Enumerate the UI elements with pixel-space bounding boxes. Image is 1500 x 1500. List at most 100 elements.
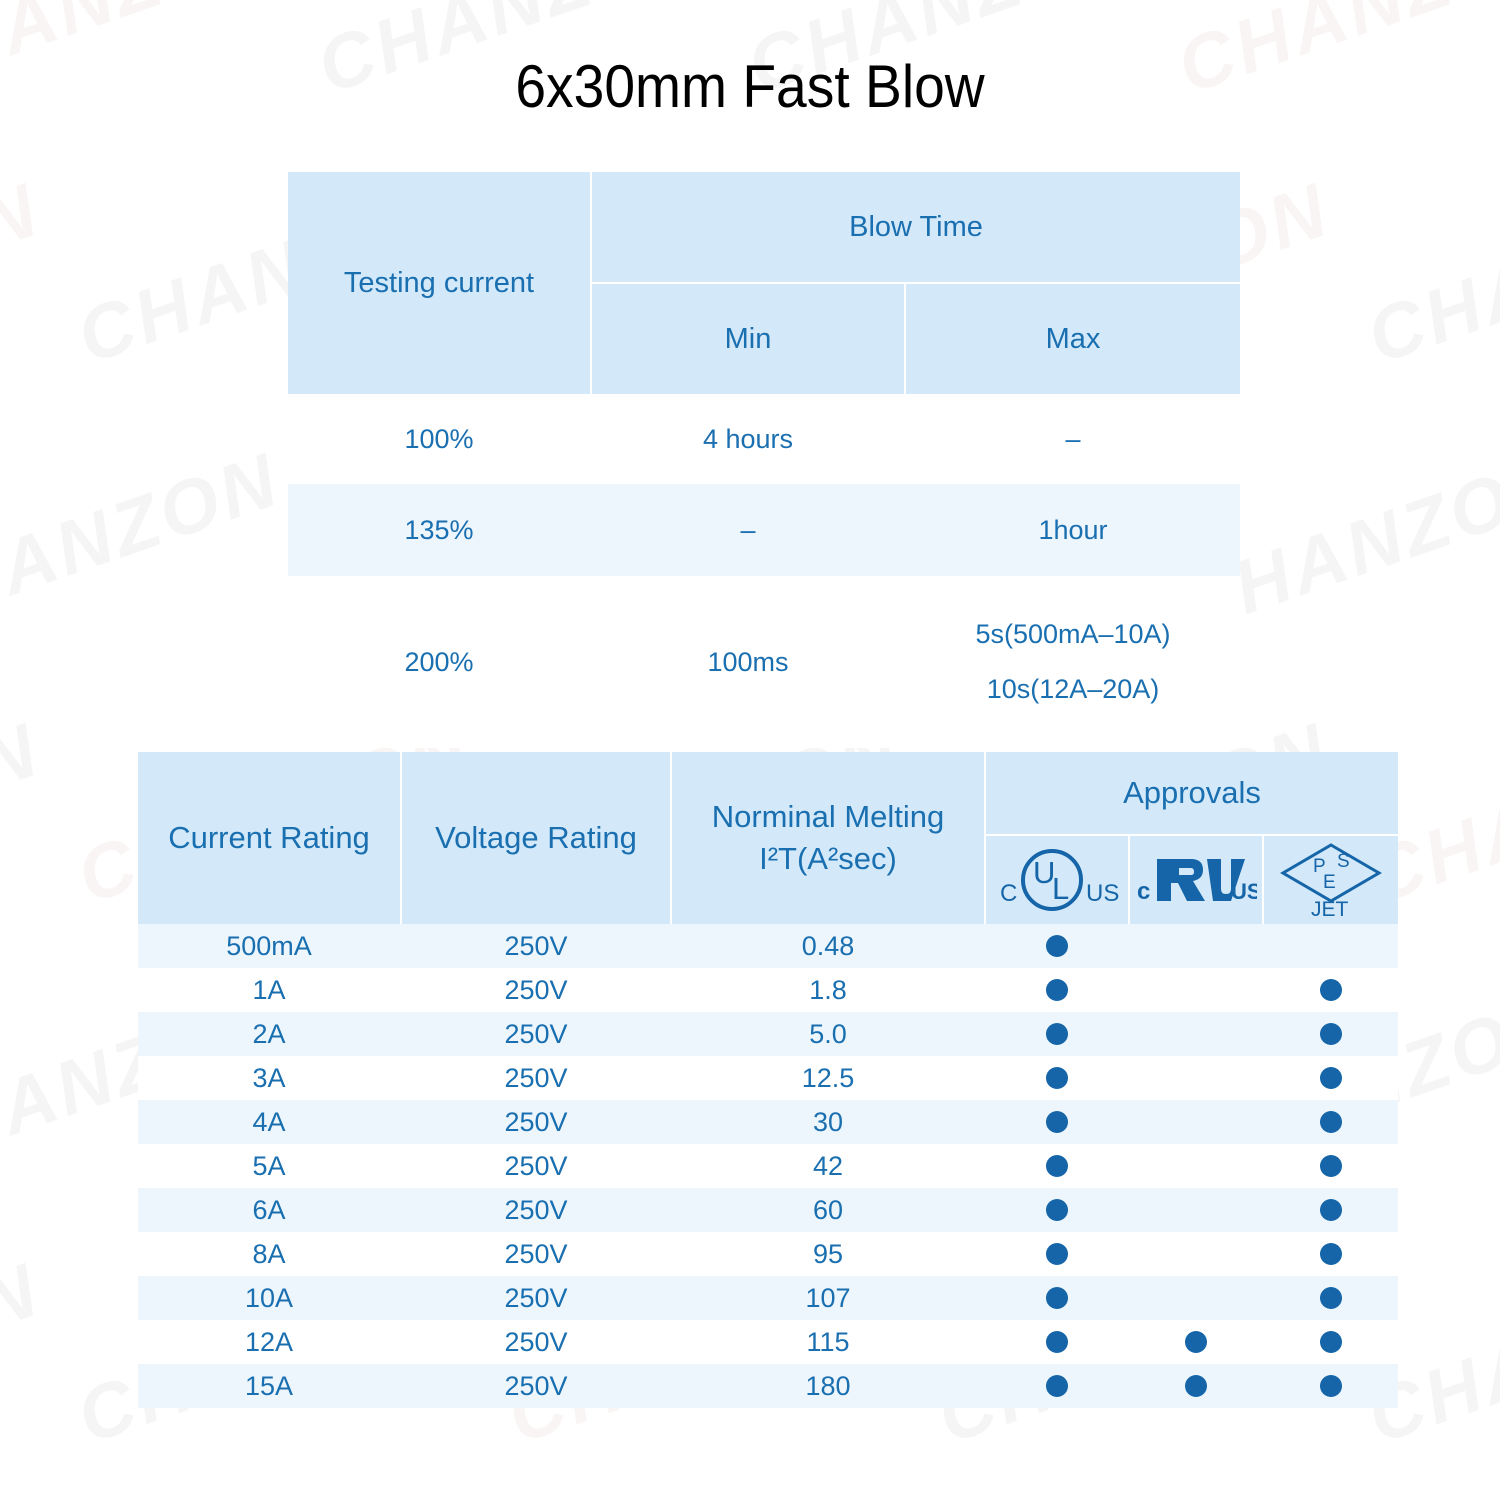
header-divider-2 — [670, 752, 672, 924]
pse-jet-icon: P S E JET — [1264, 836, 1398, 924]
cell-approval-pse-jet — [1264, 1320, 1398, 1364]
header-current-rating: Current Rating — [168, 820, 370, 855]
cell-max: 1hour — [1038, 514, 1108, 545]
cell-current-rating: 4A — [252, 1106, 286, 1137]
cell-testing-current: 135% — [404, 514, 474, 545]
header-divider-logo-1 — [1128, 836, 1130, 924]
svg-text:S: S — [1337, 851, 1350, 872]
cell-nominal-melting: 42 — [812, 1150, 844, 1181]
cell-nominal-melting: 5.0 — [809, 1018, 847, 1049]
cell-nominal-melting: 95 — [812, 1238, 844, 1269]
cell-voltage-rating: 250V — [504, 1062, 568, 1093]
approval-dot — [1320, 979, 1342, 1001]
approval-dot — [1320, 1331, 1342, 1353]
cell-approval-pse-jet — [1264, 924, 1398, 968]
cell-current-rating: 2A — [252, 1018, 286, 1049]
table-row: 1A 250V 1.8 — [138, 968, 1398, 1012]
header-blow-time: Blow Time — [849, 210, 983, 243]
svg-text:L: L — [1052, 871, 1069, 906]
cell-approval-cul-us — [986, 1056, 1128, 1100]
cell-nominal-melting: 12.5 — [801, 1062, 855, 1093]
cell-voltage-rating: 250V — [504, 1282, 568, 1313]
approval-dot — [1046, 1023, 1068, 1045]
approval-dot — [1320, 1111, 1342, 1133]
cell-approval-pse-jet — [1264, 1144, 1398, 1188]
cell-nominal-melting: 115 — [806, 1326, 850, 1357]
approval-dot — [1046, 1199, 1068, 1221]
approval-dot — [1046, 979, 1068, 1001]
cell-approval-pse-jet — [1264, 1276, 1398, 1320]
cell-current-rating: 10A — [244, 1282, 294, 1313]
cell-approval-cru-us — [1130, 1144, 1262, 1188]
header-divider-horizontal — [592, 282, 1240, 284]
cell-current-rating: 15A — [244, 1370, 294, 1401]
approval-dot — [1046, 1287, 1068, 1309]
datasheet-page: 6x30mm Fast Blow Testing current Blow Ti… — [0, 0, 1500, 1500]
header-divider-1 — [400, 752, 402, 924]
table-row: 4A 250V 30 — [138, 1100, 1398, 1144]
cell-current-rating: 12A — [244, 1326, 294, 1357]
ratings-table: Current Rating Voltage Rating Norminal M… — [138, 752, 1398, 1408]
header-voltage-rating: Voltage Rating — [435, 820, 637, 855]
header-divider-minmax — [904, 284, 906, 394]
blow-time-row: 100% 4 hours – — [288, 394, 1240, 484]
cell-current-rating: 500mA — [226, 930, 312, 961]
cell-current-rating: 5A — [252, 1150, 286, 1181]
cell-min: 100ms — [707, 646, 789, 677]
cell-nominal-melting: 107 — [805, 1282, 851, 1313]
cell-voltage-rating: 250V — [504, 1326, 568, 1357]
cell-approval-cul-us — [986, 1232, 1128, 1276]
svg-text:US: US — [1231, 879, 1257, 904]
header-divider-logo-2 — [1262, 836, 1264, 924]
approval-dot — [1046, 1155, 1068, 1177]
cell-current-rating: 6A — [252, 1194, 286, 1225]
cell-approval-cul-us — [986, 1144, 1128, 1188]
cell-approval-pse-jet — [1264, 1188, 1398, 1232]
cell-min: – — [740, 514, 756, 545]
svg-text:E: E — [1323, 872, 1336, 893]
cell-current-rating: 8A — [252, 1238, 286, 1269]
svg-text:US: US — [1086, 880, 1119, 907]
cell-nominal-melting: 180 — [805, 1370, 851, 1401]
blow-time-header: Testing current Blow Time Min Max — [288, 172, 1240, 394]
cell-current-rating: 1A — [252, 974, 286, 1005]
table-row: 12A 250V 115 — [138, 1320, 1398, 1364]
cell-approval-pse-jet — [1264, 1232, 1398, 1276]
cell-approval-pse-jet — [1264, 1012, 1398, 1056]
svg-text:C: C — [1000, 880, 1017, 907]
blow-time-table: Testing current Blow Time Min Max 100% 4… — [288, 172, 1240, 748]
blow-time-row: 200% 100ms 5s(500mA–10A) 10s(12A–20A) — [288, 576, 1240, 748]
cell-approval-cru-us — [1130, 1276, 1262, 1320]
approval-dot — [1046, 935, 1068, 957]
approval-dot — [1046, 1067, 1068, 1089]
approval-dot — [1185, 1331, 1207, 1353]
table-row: 500mA 250V 0.48 — [138, 924, 1398, 968]
cru-us-icon: c US — [1130, 836, 1262, 924]
header-approvals: Approvals — [1123, 775, 1261, 810]
cell-max-line-2: 10s(12A–20A) — [986, 674, 1160, 704]
cell-max: – — [1065, 423, 1081, 454]
cell-voltage-rating: 250V — [504, 1018, 568, 1049]
cell-voltage-rating: 250V — [504, 1370, 568, 1401]
approval-dot — [1320, 1199, 1342, 1221]
approval-dot — [1320, 1023, 1342, 1045]
cell-approval-pse-jet — [1264, 968, 1398, 1012]
approval-dot — [1320, 1067, 1342, 1089]
cell-approval-pse-jet — [1264, 1364, 1398, 1408]
header-testing-current: Testing current — [343, 266, 535, 299]
ratings-header: Current Rating Voltage Rating Norminal M… — [138, 752, 1398, 924]
cell-voltage-rating: 250V — [504, 1194, 568, 1225]
table-row: 5A 250V 42 — [138, 1144, 1398, 1188]
cell-approval-cru-us — [1130, 1056, 1262, 1100]
approval-dot — [1320, 1155, 1342, 1177]
table-row: 8A 250V 95 — [138, 1232, 1398, 1276]
header-melting-line-1: Norminal Melting — [711, 799, 945, 834]
cell-voltage-rating: 250V — [504, 930, 568, 961]
table-row: 15A 250V 180 — [138, 1364, 1398, 1408]
cell-voltage-rating: 250V — [504, 1238, 568, 1269]
approval-dot — [1320, 1287, 1342, 1309]
cell-current-rating: 3A — [252, 1062, 286, 1093]
cell-approval-cru-us — [1130, 1100, 1262, 1144]
table-row: 6A 250V 60 — [138, 1188, 1398, 1232]
table-row: 3A 250V 12.5 — [138, 1056, 1398, 1100]
